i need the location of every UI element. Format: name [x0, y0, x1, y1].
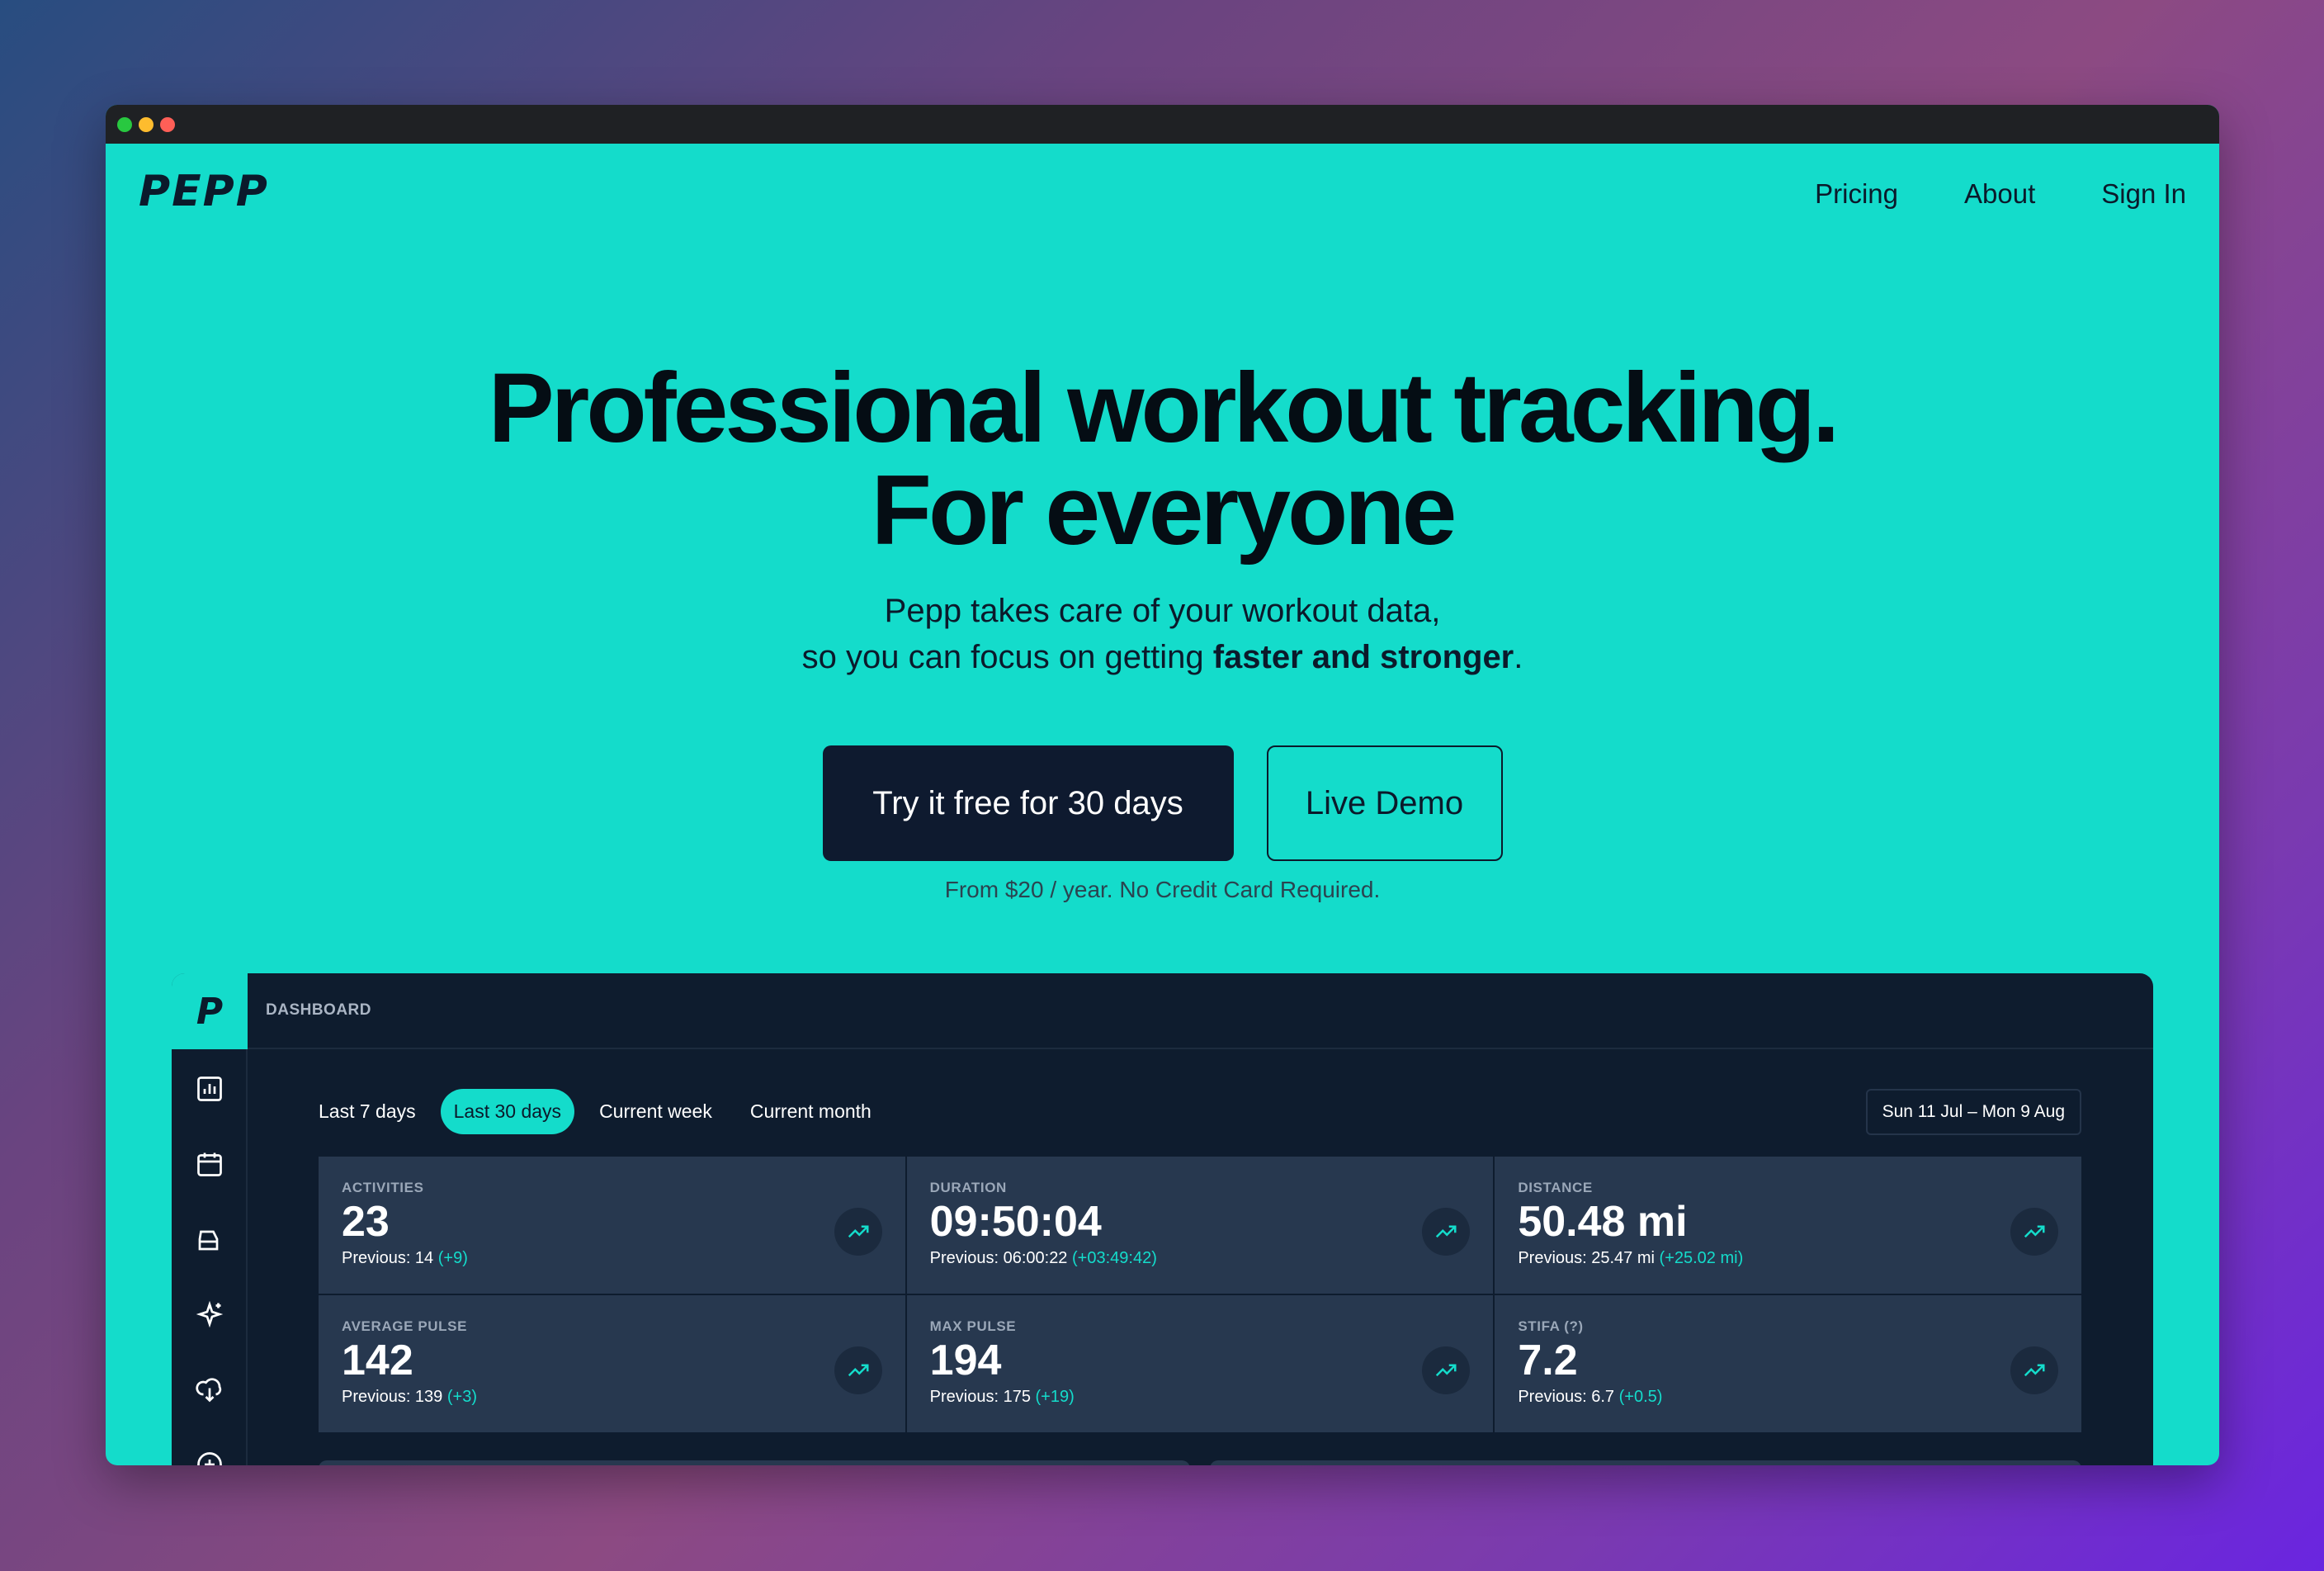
window-zoom-button[interactable] [117, 117, 132, 132]
dashboard-logo[interactable]: P [172, 973, 248, 1049]
dashboard-preview: P DASHBOARD Last 7 days Last 30 days Cur… [172, 973, 2153, 1465]
stat-delta: (+19) [1035, 1388, 1075, 1406]
tab-last-7-days[interactable]: Last 7 days [319, 1089, 429, 1134]
stat-label: AVERAGE PULSE [342, 1318, 468, 1334]
tab-current-week[interactable]: Current week [586, 1089, 725, 1134]
bottom-cards [319, 1460, 2081, 1465]
stat-card-stifa: STIFA (?) 7.2 Previous: 6.7 (+0.5) [1495, 1295, 2081, 1432]
nav-link-pricing[interactable]: Pricing [1815, 178, 1898, 210]
trend-up-icon[interactable] [1422, 1208, 1471, 1256]
range-tabs: Last 7 days Last 30 days Current week Cu… [319, 1089, 885, 1134]
chart-card [1210, 1460, 2081, 1465]
window-close-button[interactable] [160, 117, 175, 132]
calendar-icon[interactable] [195, 1149, 224, 1179]
nav-links: Pricing About Sign In [1815, 178, 2186, 210]
shoe-icon[interactable] [195, 1224, 224, 1254]
stat-delta: (+3) [446, 1388, 477, 1406]
stat-previous: Previous: 06:00:22 (+03:49:42) [930, 1249, 1471, 1268]
date-range-picker[interactable]: Sun 11 Jul – Mon 9 Aug [1865, 1089, 2081, 1135]
stat-delta: (+03:49:42) [1072, 1249, 1157, 1267]
stat-previous-text: Previous: 25.47 mi [1518, 1249, 1655, 1267]
hero-subtitle-line-2: so you can focus on getting faster and s… [106, 634, 2219, 680]
stats-grid: ACTIVITIES 23 Previous: 14 (+9) DURATION… [319, 1157, 2081, 1432]
stat-label: ACTIVITIES [342, 1180, 424, 1195]
stat-value: 194 [929, 1337, 1002, 1384]
stat-value: 142 [342, 1337, 413, 1384]
stat-value: 23 [342, 1198, 390, 1246]
stat-previous: Previous: 175 (+19) [930, 1388, 1471, 1407]
window-minimize-button[interactable] [139, 117, 154, 132]
hero-title-line-1: Professional workout tracking. [488, 353, 1840, 463]
stat-previous: Previous: 25.47 mi (+25.02 mi) [1518, 1249, 2058, 1268]
stat-delta: (+9) [437, 1249, 468, 1267]
trend-up-icon[interactable] [2010, 1208, 2058, 1256]
hero-title-line-2: For everyone [871, 455, 1457, 565]
nav-link-about[interactable]: About [1964, 178, 2035, 210]
trend-up-icon[interactable] [834, 1346, 882, 1394]
dashboard-title: DASHBOARD [266, 1001, 371, 1019]
stat-label: DURATION [929, 1180, 1007, 1195]
live-demo-button[interactable]: Live Demo [1266, 745, 1503, 861]
stat-previous-text: Previous: 14 [342, 1249, 434, 1267]
cloud-download-icon[interactable] [195, 1375, 224, 1404]
plus-circle-icon[interactable] [195, 1450, 224, 1465]
stat-label: DISTANCE [1518, 1180, 1593, 1195]
sparkles-icon[interactable] [195, 1299, 224, 1329]
browser-window: PEPP Pricing About Sign In Professional … [106, 105, 2219, 1465]
stat-card-duration: DURATION 09:50:04 Previous: 06:00:22 (+0… [906, 1157, 1494, 1294]
hero-subtitle-line-1: Pepp takes care of your workout data, [884, 593, 1441, 629]
stat-delta: (+0.5) [1618, 1388, 1663, 1406]
bar-chart-icon[interactable] [195, 1074, 224, 1104]
stat-card-max-pulse: MAX PULSE 194 Previous: 175 (+19) [906, 1295, 1494, 1432]
hero-subtitle-bold: faster and stronger [1212, 639, 1514, 675]
stat-previous: Previous: 6.7 (+0.5) [1518, 1388, 2058, 1407]
stat-card-activities: ACTIVITIES 23 Previous: 14 (+9) [319, 1157, 905, 1294]
trend-up-icon[interactable] [1422, 1346, 1471, 1394]
trend-up-icon[interactable] [2010, 1346, 2058, 1394]
hero-subtitle: Pepp takes care of your workout data, so… [106, 588, 2219, 680]
pricing-note: From $20 / year. No Credit Card Required… [944, 877, 1381, 902]
stat-value: 7.2 [1518, 1337, 1578, 1384]
stat-previous-text: Previous: 06:00:22 [929, 1249, 1068, 1267]
hero-subtitle-prefix: so you can focus on getting [801, 639, 1213, 675]
stat-previous: Previous: 14 (+9) [342, 1249, 882, 1268]
stat-previous-text: Previous: 139 [342, 1388, 443, 1406]
top-navigation: PEPP Pricing About Sign In [106, 144, 2219, 243]
tab-last-30-days[interactable]: Last 30 days [440, 1089, 575, 1134]
trend-up-icon[interactable] [834, 1208, 882, 1256]
logo[interactable]: PEPP [139, 167, 269, 216]
try-free-button[interactable]: Try it free for 30 days [822, 745, 1234, 861]
cta-row: Try it free for 30 days Live Demo [106, 745, 2219, 861]
stat-previous: Previous: 139 (+3) [342, 1388, 882, 1407]
stat-delta: (+25.02 mi) [1659, 1249, 1744, 1267]
stat-card-average-pulse: AVERAGE PULSE 142 Previous: 139 (+3) [319, 1295, 905, 1432]
stat-value: 09:50:04 [929, 1198, 1102, 1246]
stat-label: STIFA (?) [1518, 1318, 1584, 1334]
tab-current-month[interactable]: Current month [737, 1089, 885, 1134]
chart-card [319, 1460, 1190, 1465]
hero-subtitle-suffix: . [1514, 639, 1523, 675]
stat-previous-text: Previous: 6.7 [1518, 1388, 1615, 1406]
dashboard-header: DASHBOARD [248, 973, 2153, 1049]
stat-card-distance: DISTANCE 50.48 mi Previous: 25.47 mi (+2… [1495, 1157, 2081, 1294]
hero-title: Professional workout tracking. For every… [106, 357, 2219, 561]
stat-label: MAX PULSE [929, 1318, 1017, 1334]
nav-link-sign-in[interactable]: Sign In [2101, 178, 2186, 210]
stat-previous-text: Previous: 175 [929, 1388, 1031, 1406]
stat-value: 50.48 mi [1518, 1198, 1688, 1246]
window-titlebar [106, 105, 2219, 144]
dashboard-sidebar [172, 1049, 248, 1465]
